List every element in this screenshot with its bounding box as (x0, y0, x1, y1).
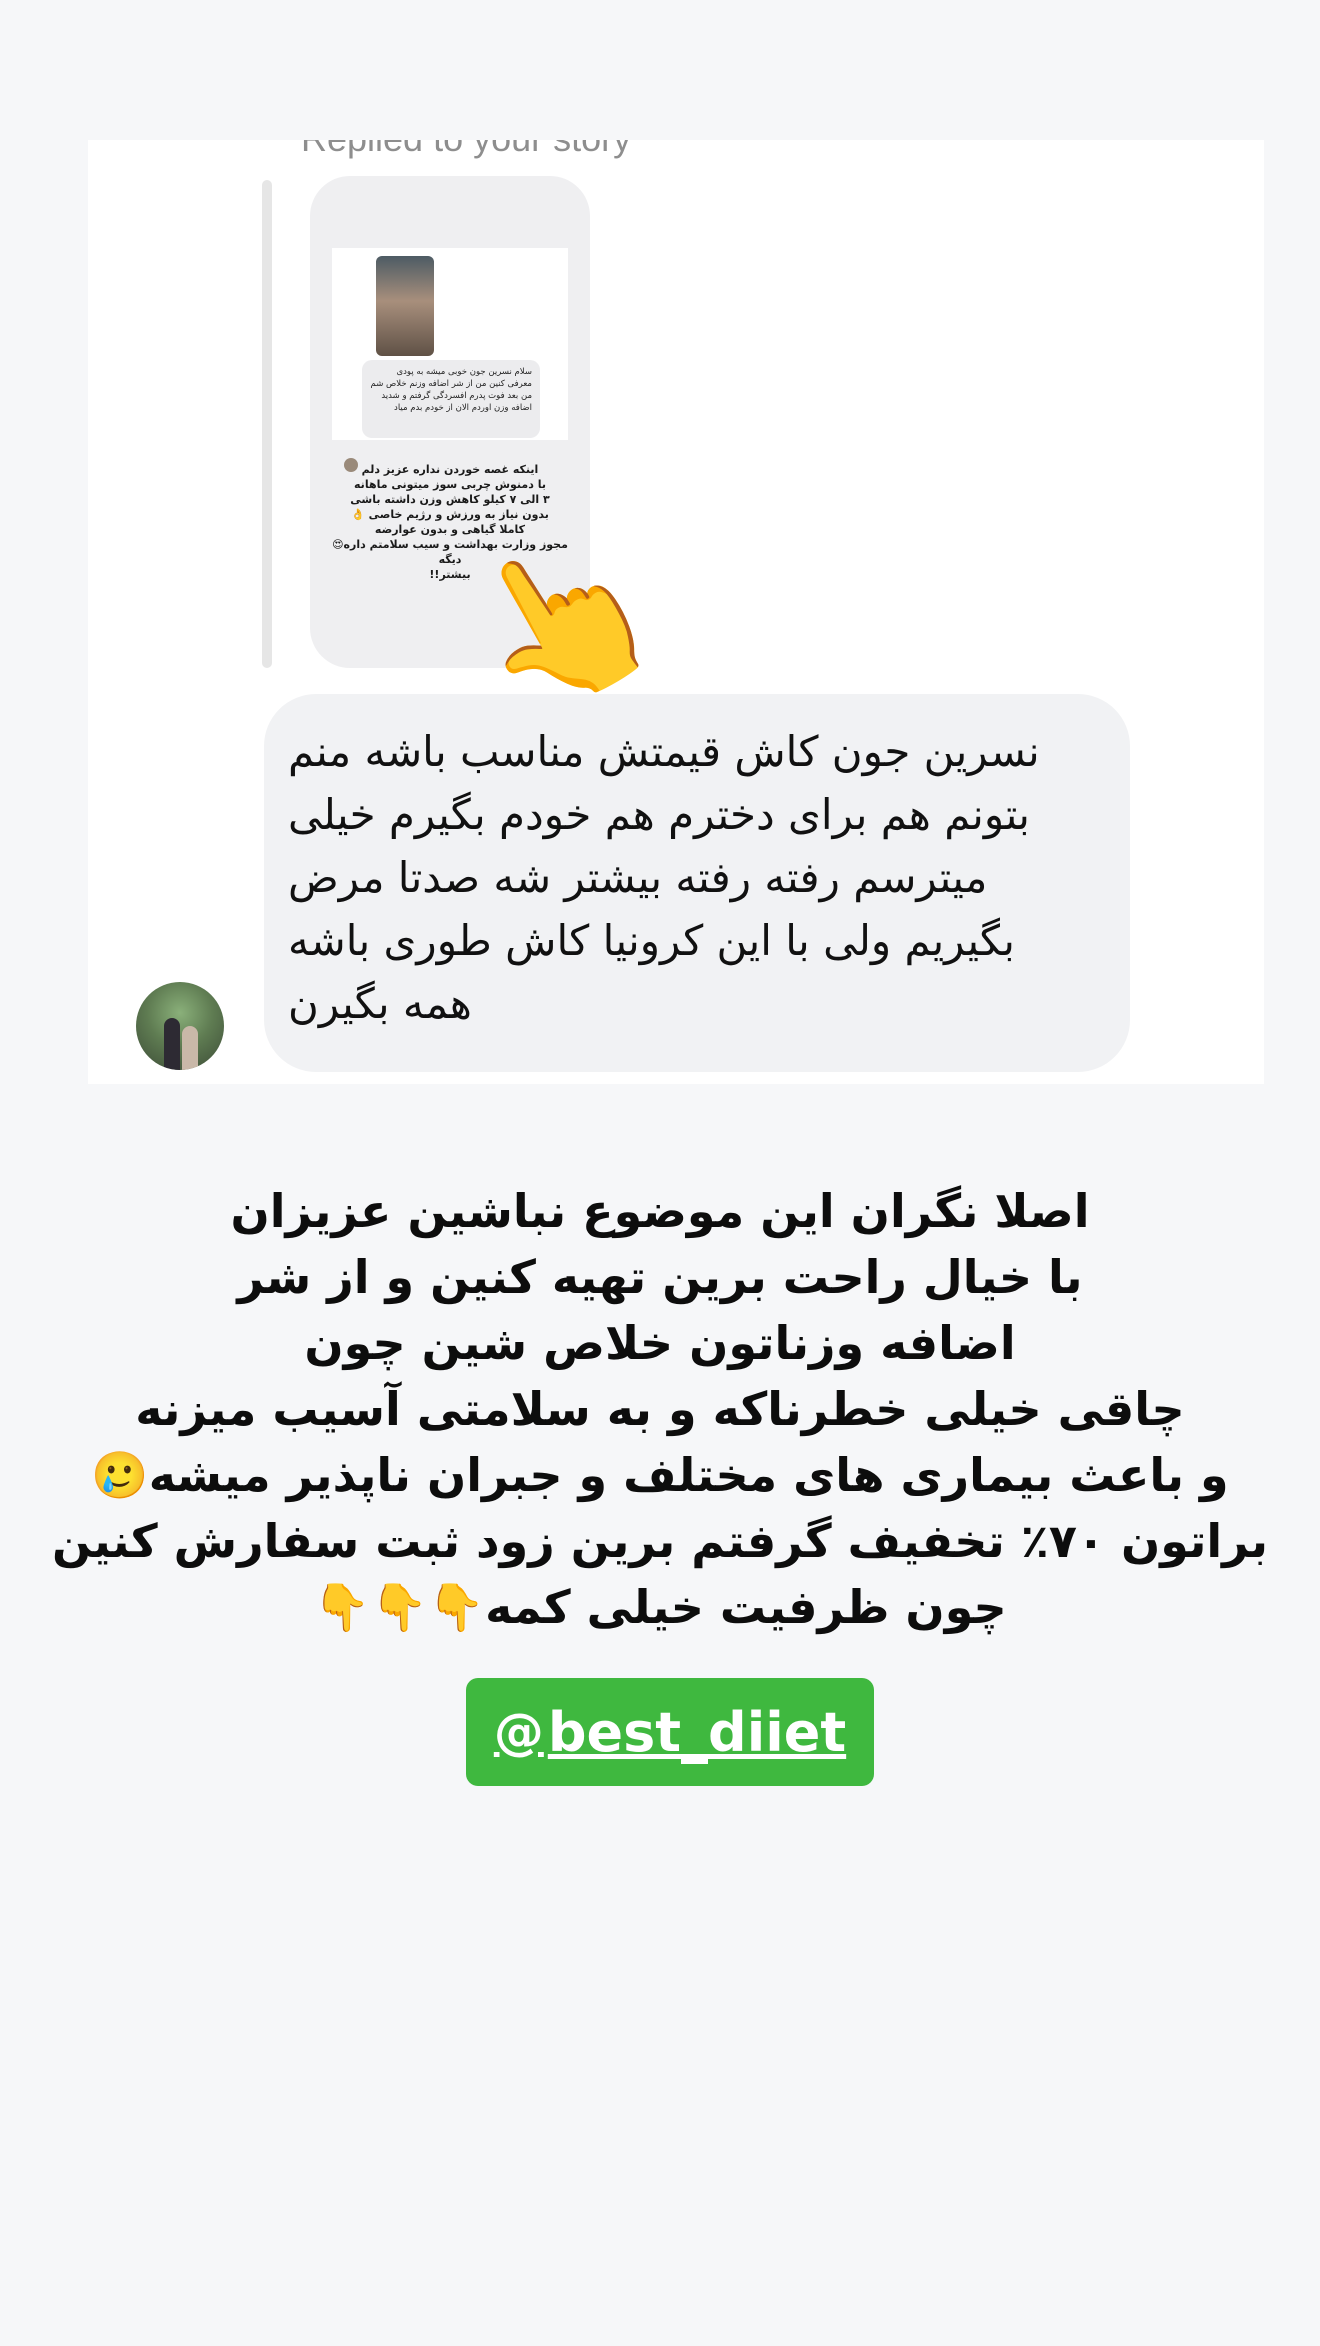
avatar-figure (182, 1026, 198, 1070)
reply-message-text: نسرین جون کاش قیمتش مناسب باشه منم بتونم… (288, 727, 1040, 1028)
reply-message-bubble: نسرین جون کاش قیمتش مناسب باشه منم بتونم… (264, 694, 1130, 1072)
main-message-line: با خیال راحت برین تهیه کنین و از شر (237, 1250, 1083, 1304)
main-message-line: براتون ۷۰٪ تخفیف گرفتم برین زود ثبت سفار… (51, 1514, 1269, 1568)
main-message-line: چون ظرفیت خیلی کمه👇👇👇 (313, 1580, 1007, 1634)
quote-bar (262, 180, 272, 668)
story-caption-line: بدون نیاز به ورزش و رژیم خاصی 👌 (351, 508, 549, 521)
story-inner-screenshot: سلام نسرین جون خوبی میشه به پودی معرفی ک… (332, 248, 568, 440)
account-handle-link[interactable]: @ best_diiet (466, 1678, 874, 1786)
story-message-bubble: سلام نسرین جون خوبی میشه به پودی معرفی ک… (362, 360, 540, 438)
story-caption-line: با دمنوش چربی سوز میتونی ماهانه (354, 478, 546, 491)
main-message-line: اضافه وزناتون خلاص شین چون (304, 1316, 1016, 1370)
child-photo (376, 256, 434, 356)
avatar-figure (164, 1018, 180, 1070)
dm-screenshot: Replied to your story سلام نسرین جون خوب… (88, 140, 1264, 1084)
main-message-line: چاقی خیلی خطرناکه و به سلامتی آسیب میزنه (135, 1382, 1185, 1436)
sender-avatar[interactable] (136, 982, 224, 1070)
main-message: اصلا نگران این موضوع نباشین عزیزان با خی… (40, 1178, 1280, 1640)
story-caption-line: ۳ الی ۷ کیلو کاهش وزن داشته باشی (350, 493, 550, 506)
account-handle-text: best_diiet (547, 1700, 847, 1764)
replied-to-story-label: Replied to your story (301, 140, 631, 160)
story-caption-line: کاملا گیاهی و بدون عوارضه (374, 523, 526, 536)
threads-icon: @ (493, 1703, 544, 1761)
main-message-line: و باعث بیماری های مختلف و جبران ناپذیر م… (91, 1448, 1229, 1502)
main-message-line: اصلا نگران این موضوع نباشین عزیزان (230, 1184, 1090, 1238)
story-caption-line: اینکه غصه خوردن نداره عزیز دلم (361, 463, 539, 476)
